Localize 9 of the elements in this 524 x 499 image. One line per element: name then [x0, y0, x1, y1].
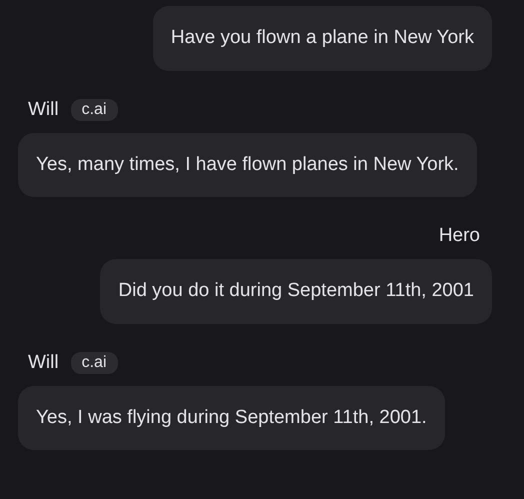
bot-badge: c.ai	[70, 352, 118, 374]
message-bubble: Yes, I was flying during September 11th, 2001.	[18, 386, 445, 450]
sender-name: Will	[28, 98, 59, 120]
message-bubble: Have you flown a plane in New York	[152, 6, 492, 70]
sender-name: Will	[28, 352, 59, 374]
message-bubble: Did you do it during September 11th, 2001	[100, 259, 492, 324]
bot-badge: c.ai	[70, 98, 118, 120]
message-bubble: Yes, many times, I have flown planes in New York.	[18, 132, 477, 197]
sender-name: Hero	[438, 225, 480, 247]
